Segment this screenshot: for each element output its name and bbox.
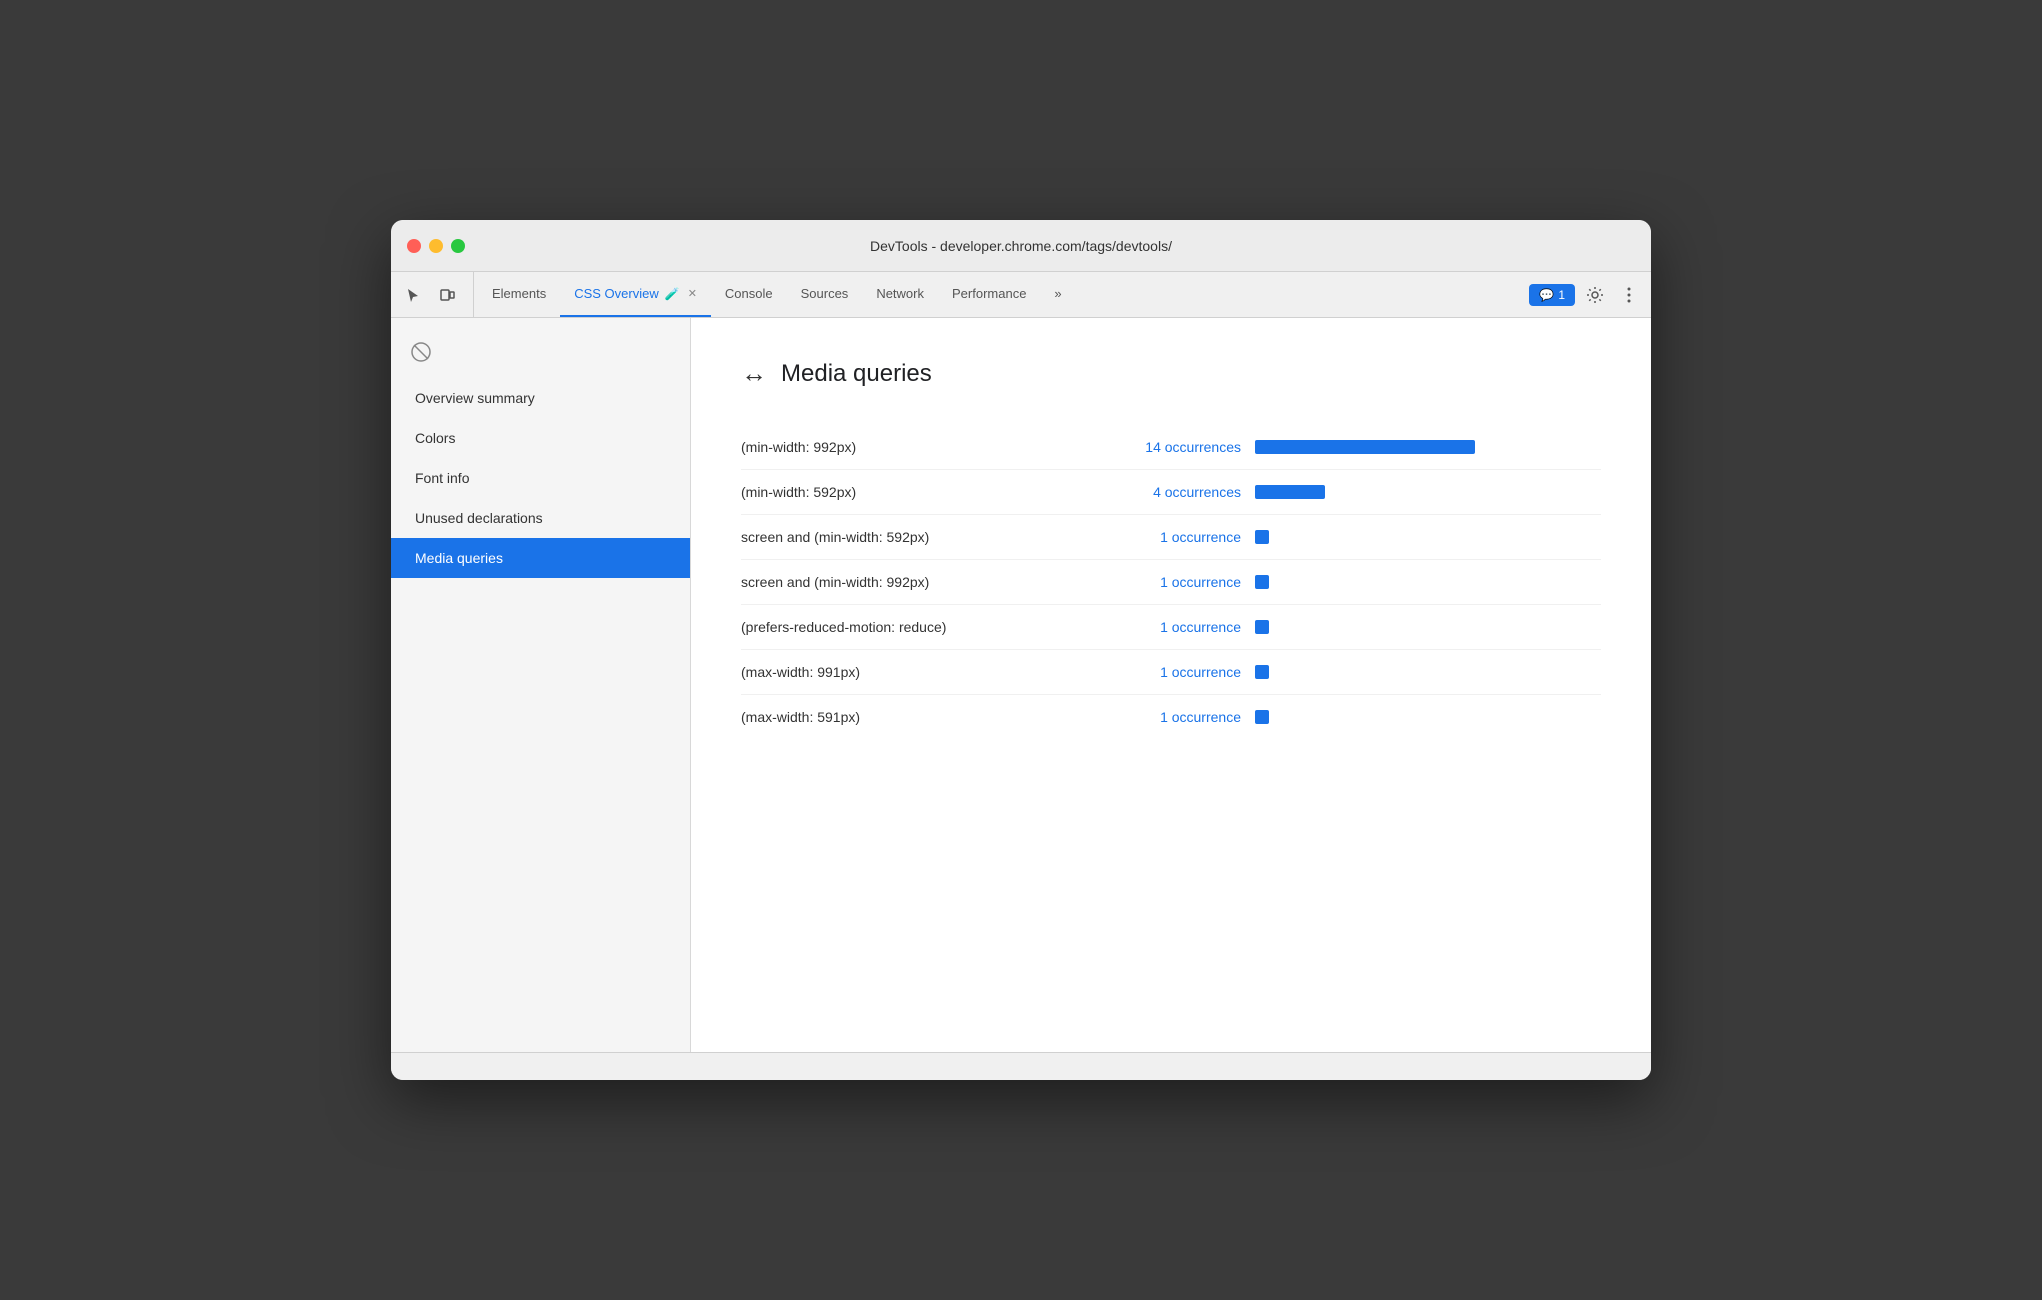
sidebar-item-overview-summary[interactable]: Overview summary — [391, 378, 690, 418]
mq-bar-container-4 — [1241, 575, 1601, 589]
notification-button[interactable]: 💬 1 — [1529, 284, 1575, 306]
mq-bar-container-5 — [1241, 620, 1601, 634]
tab-css-overview[interactable]: CSS Overview 🧪 ✕ — [560, 272, 711, 317]
traffic-lights — [407, 239, 465, 253]
mq-row-3: screen and (min-width: 592px) 1 occurren… — [741, 515, 1601, 560]
mq-bar-7 — [1255, 710, 1269, 724]
mq-bar-2 — [1255, 485, 1325, 499]
notification-icon: 💬 — [1539, 288, 1554, 302]
tab-console[interactable]: Console — [711, 272, 787, 317]
mq-row-2: (min-width: 592px) 4 occurrences — [741, 470, 1601, 515]
mq-row-5: (prefers-reduced-motion: reduce) 1 occur… — [741, 605, 1601, 650]
content-area[interactable]: ↔ Media queries (min-width: 992px) 14 oc… — [691, 318, 1651, 1052]
tab-elements[interactable]: Elements — [478, 272, 560, 317]
mq-row-1: (min-width: 992px) 14 occurrences — [741, 425, 1601, 470]
sidebar-item-colors[interactable]: Colors — [391, 418, 690, 458]
titlebar: DevTools - developer.chrome.com/tags/dev… — [391, 220, 1651, 272]
mq-occurrences-7[interactable]: 1 occurrence — [1101, 709, 1241, 725]
bottom-bar — [391, 1052, 1651, 1080]
cursor-icon[interactable] — [399, 281, 427, 309]
mq-bar-container-7 — [1241, 710, 1601, 724]
sidebar: Overview summary Colors Font info Unused… — [391, 318, 691, 1052]
sidebar-item-font-info[interactable]: Font info — [391, 458, 690, 498]
mq-occurrences-4[interactable]: 1 occurrence — [1101, 574, 1241, 590]
flask-icon: 🧪 — [665, 287, 680, 301]
mq-bar-container-6 — [1241, 665, 1601, 679]
mq-occurrences-6[interactable]: 1 occurrence — [1101, 664, 1241, 680]
notification-count: 1 — [1558, 288, 1565, 302]
close-button[interactable] — [407, 239, 421, 253]
mq-label-7: (max-width: 591px) — [741, 709, 1101, 725]
mq-label-2: (min-width: 592px) — [741, 484, 1101, 500]
more-options-icon[interactable] — [1615, 281, 1643, 309]
mq-occurrences-2[interactable]: 4 occurrences — [1101, 484, 1241, 500]
window-title: DevTools - developer.chrome.com/tags/dev… — [870, 238, 1172, 254]
section-title: Media queries — [781, 360, 932, 388]
mq-occurrences-5[interactable]: 1 occurrence — [1101, 619, 1241, 635]
mq-label-1: (min-width: 992px) — [741, 439, 1101, 455]
tab-more[interactable]: » — [1040, 272, 1075, 317]
mq-label-5: (prefers-reduced-motion: reduce) — [741, 619, 1101, 635]
media-queries-icon: ↔ — [741, 358, 767, 389]
settings-icon[interactable] — [1581, 281, 1609, 309]
mq-label-6: (max-width: 991px) — [741, 664, 1101, 680]
mq-bar-4 — [1255, 575, 1269, 589]
mq-row-6: (max-width: 991px) 1 occurrence — [741, 650, 1601, 695]
section-header: ↔ Media queries — [741, 358, 1601, 389]
mq-bar-container-2 — [1241, 485, 1601, 499]
mq-row-7: (max-width: 591px) 1 occurrence — [741, 695, 1601, 739]
block-icon — [403, 334, 439, 370]
tabbar: Elements CSS Overview 🧪 ✕ Console Source… — [391, 272, 1651, 318]
mq-occurrences-3[interactable]: 1 occurrence — [1101, 529, 1241, 545]
mq-bar-3 — [1255, 530, 1269, 544]
sidebar-item-media-queries[interactable]: Media queries — [391, 538, 690, 578]
mq-row-4: screen and (min-width: 992px) 1 occurren… — [741, 560, 1601, 605]
sidebar-item-unused-declarations[interactable]: Unused declarations — [391, 498, 690, 538]
mq-label-4: screen and (min-width: 992px) — [741, 574, 1101, 590]
tab-performance[interactable]: Performance — [938, 272, 1040, 317]
mq-occurrences-1[interactable]: 14 occurrences — [1101, 439, 1241, 455]
tab-sources[interactable]: Sources — [787, 272, 863, 317]
maximize-button[interactable] — [451, 239, 465, 253]
mq-bar-5 — [1255, 620, 1269, 634]
tab-close-icon[interactable]: ✕ — [688, 287, 697, 300]
mq-label-3: screen and (min-width: 592px) — [741, 529, 1101, 545]
main-area: Overview summary Colors Font info Unused… — [391, 318, 1651, 1052]
tab-network[interactable]: Network — [862, 272, 938, 317]
mq-bar-6 — [1255, 665, 1269, 679]
mq-bar-1 — [1255, 440, 1475, 454]
left-tools — [399, 272, 474, 317]
right-tools: 💬 1 — [1521, 272, 1643, 317]
device-icon[interactable] — [433, 281, 461, 309]
mq-bar-container-3 — [1241, 530, 1601, 544]
mq-bar-container-1 — [1241, 440, 1601, 454]
content-inner: ↔ Media queries (min-width: 992px) 14 oc… — [691, 318, 1651, 779]
devtools-window: DevTools - developer.chrome.com/tags/dev… — [391, 220, 1651, 1080]
minimize-button[interactable] — [429, 239, 443, 253]
